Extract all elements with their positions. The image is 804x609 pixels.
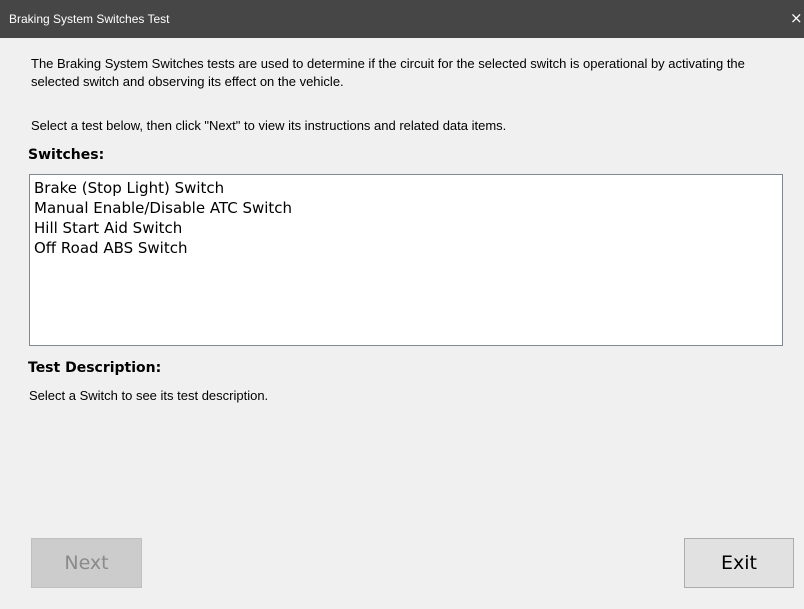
next-button[interactable]: Next	[31, 538, 142, 588]
title-bar: Braking System Switches Test ×	[0, 0, 804, 38]
list-item[interactable]: Hill Start Aid Switch	[30, 218, 782, 238]
list-item[interactable]: Off Road ABS Switch	[30, 238, 782, 258]
switches-listbox[interactable]: Brake (Stop Light) Switch Manual Enable/…	[29, 174, 783, 346]
list-item[interactable]: Brake (Stop Light) Switch	[30, 178, 782, 198]
switches-heading: Switches:	[28, 147, 105, 163]
close-icon[interactable]: ×	[790, 8, 804, 28]
window-title: Braking System Switches Test	[9, 12, 170, 26]
list-item[interactable]: Manual Enable/Disable ATC Switch	[30, 198, 782, 218]
intro-instruction: Select a test below, then click "Next" t…	[31, 118, 507, 133]
intro-description: The Braking System Switches tests are us…	[31, 56, 745, 89]
test-description-text: Select a Switch to see its test descript…	[29, 388, 269, 403]
exit-button[interactable]: Exit	[684, 538, 794, 588]
test-description-heading: Test Description:	[28, 360, 162, 376]
dialog-content: The Braking System Switches tests are us…	[0, 38, 804, 609]
